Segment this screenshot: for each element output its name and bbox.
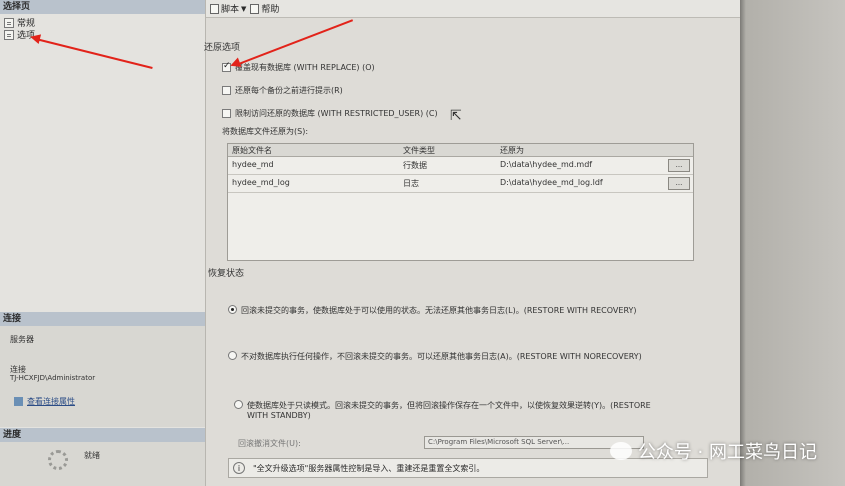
monitor-edge	[740, 0, 845, 486]
restricted-checkbox[interactable]	[222, 109, 231, 118]
script-icon	[210, 3, 219, 14]
overwrite-checkbox-row[interactable]: 覆盖现有数据库 (WITH REPLACE) (O)	[222, 61, 375, 73]
table-row[interactable]: hydee_md_log 日志 D:\data\hydee_md_log.ldf…	[228, 175, 693, 193]
properties-icon	[14, 397, 23, 406]
col-file-type: 文件类型	[403, 146, 435, 155]
watermark: 公众号 · 网工菜鸟日记	[609, 438, 817, 464]
table-row[interactable]: hydee_md 行数据 D:\data\hydee_md.mdf ...	[228, 157, 693, 175]
restore-files-label: 将数据库文件还原为(S):	[222, 127, 309, 136]
info-text: "全文升级选项"服务器属性控制是导入、重建还是重置全文索引。	[253, 463, 485, 473]
rollback-file-label: 回滚撤消文件(U):	[238, 439, 301, 448]
restricted-label: 限制访问还原的数据库 (WITH RESTRICTED_USER) (C)	[235, 109, 438, 118]
recovery-option-label: 不对数据库执行任何操作，不回滚未提交的事务。可以还原其他事务日志(A)。(RES…	[241, 352, 642, 361]
help-label: 帮助	[261, 5, 280, 15]
row-restore-path: D:\data\hydee_md.mdf	[500, 160, 593, 169]
progress-block: 进度 就绪	[0, 428, 205, 486]
restricted-checkbox-row[interactable]: 限制访问还原的数据库 (WITH RESTRICTED_USER) (C)	[222, 108, 438, 119]
recovery-option-label: 回滚未提交的事务，使数据库处于可以使用的状态。无法还原其他事务日志(L)。(RE…	[241, 306, 637, 315]
connection-header: 连接	[0, 312, 205, 326]
row-file-type: 日志	[403, 179, 419, 188]
recovery-option-standby[interactable]: 使数据库处于只读模式。回滚未提交的事务，但将回滚操作保存在一个文件中，以使恢复效…	[234, 400, 674, 420]
view-connection-properties-link[interactable]: 查看连接属性	[14, 396, 75, 407]
radio-standby[interactable]	[234, 400, 243, 409]
recovery-option-recovery[interactable]: 回滚未提交的事务，使数据库处于可以使用的状态。无法还原其他事务日志(L)。(RE…	[228, 305, 698, 316]
col-original-name: 原始文件名	[232, 146, 272, 155]
recovery-option-label: 使数据库处于只读模式。回滚未提交的事务，但将回滚操作保存在一个文件中，以使恢复效…	[247, 401, 651, 420]
radio-recovery[interactable]	[228, 305, 237, 314]
restore-options-title: 还原选项	[204, 43, 241, 53]
watermark-text: 公众号 · 网工菜鸟日记	[637, 442, 817, 463]
prompt-checkbox[interactable]	[222, 86, 231, 95]
recovery-state-title: 恢复状态	[208, 269, 245, 279]
script-label: 脚本	[221, 5, 240, 15]
page-icon	[4, 17, 14, 28]
connection-value: TJ-HCXFJD\Administrator	[10, 374, 96, 382]
row-original-name: hydee_md_log	[232, 178, 290, 187]
progress-spinner-icon	[48, 450, 68, 470]
restore-files-grid: 原始文件名 文件类型 还原为 hydee_md 行数据 D:\data\hyde…	[227, 143, 694, 261]
chevron-down-icon: ▼	[241, 4, 247, 13]
options-page: 脚本 ▼ 帮助 还原选项 覆盖现有数据库 (WITH REPLACE) (O) …	[204, 0, 740, 486]
row-original-name: hydee_md	[232, 160, 274, 169]
radio-norecovery[interactable]	[228, 351, 237, 360]
mouse-cursor-icon: ⇱	[450, 108, 462, 124]
browse-button[interactable]: ...	[668, 159, 690, 172]
overwrite-label: 覆盖现有数据库 (WITH REPLACE) (O)	[235, 63, 375, 72]
select-page-header: 选择页	[0, 0, 205, 14]
server-label: 服务器	[10, 335, 34, 344]
progress-status: 就绪	[84, 451, 100, 460]
row-restore-path: D:\data\hydee_md_log.ldf	[500, 178, 603, 187]
script-button[interactable]: 脚本 ▼	[210, 2, 246, 15]
page-icon	[4, 29, 14, 40]
prompt-label: 还原每个备份之前进行提示(R)	[235, 86, 343, 95]
recovery-option-norecovery[interactable]: 不对数据库执行任何操作，不回滚未提交的事务。可以还原其他事务日志(A)。(RES…	[228, 351, 698, 362]
left-panel: 选择页 常规 选项 连接 服务器 连接 TJ-HCXFJD\Administra…	[0, 0, 206, 486]
help-button[interactable]: 帮助	[250, 2, 279, 15]
help-icon	[250, 3, 260, 14]
view-connection-properties-label: 查看连接属性	[27, 397, 75, 406]
row-file-type: 行数据	[403, 161, 427, 170]
wechat-logo-icon	[609, 442, 632, 460]
toolbar: 脚本 ▼ 帮助	[206, 0, 740, 18]
connection-block: 连接 服务器 连接 TJ-HCXFJD\Administrator 查看连接属性	[0, 312, 205, 427]
browse-button[interactable]: ...	[668, 177, 690, 190]
prompt-checkbox-row[interactable]: 还原每个备份之前进行提示(R)	[222, 85, 343, 96]
info-icon: i	[233, 462, 245, 474]
grid-header: 原始文件名 文件类型 还原为	[228, 144, 693, 157]
col-restore-as: 还原为	[500, 146, 524, 155]
progress-header: 进度	[0, 428, 205, 442]
